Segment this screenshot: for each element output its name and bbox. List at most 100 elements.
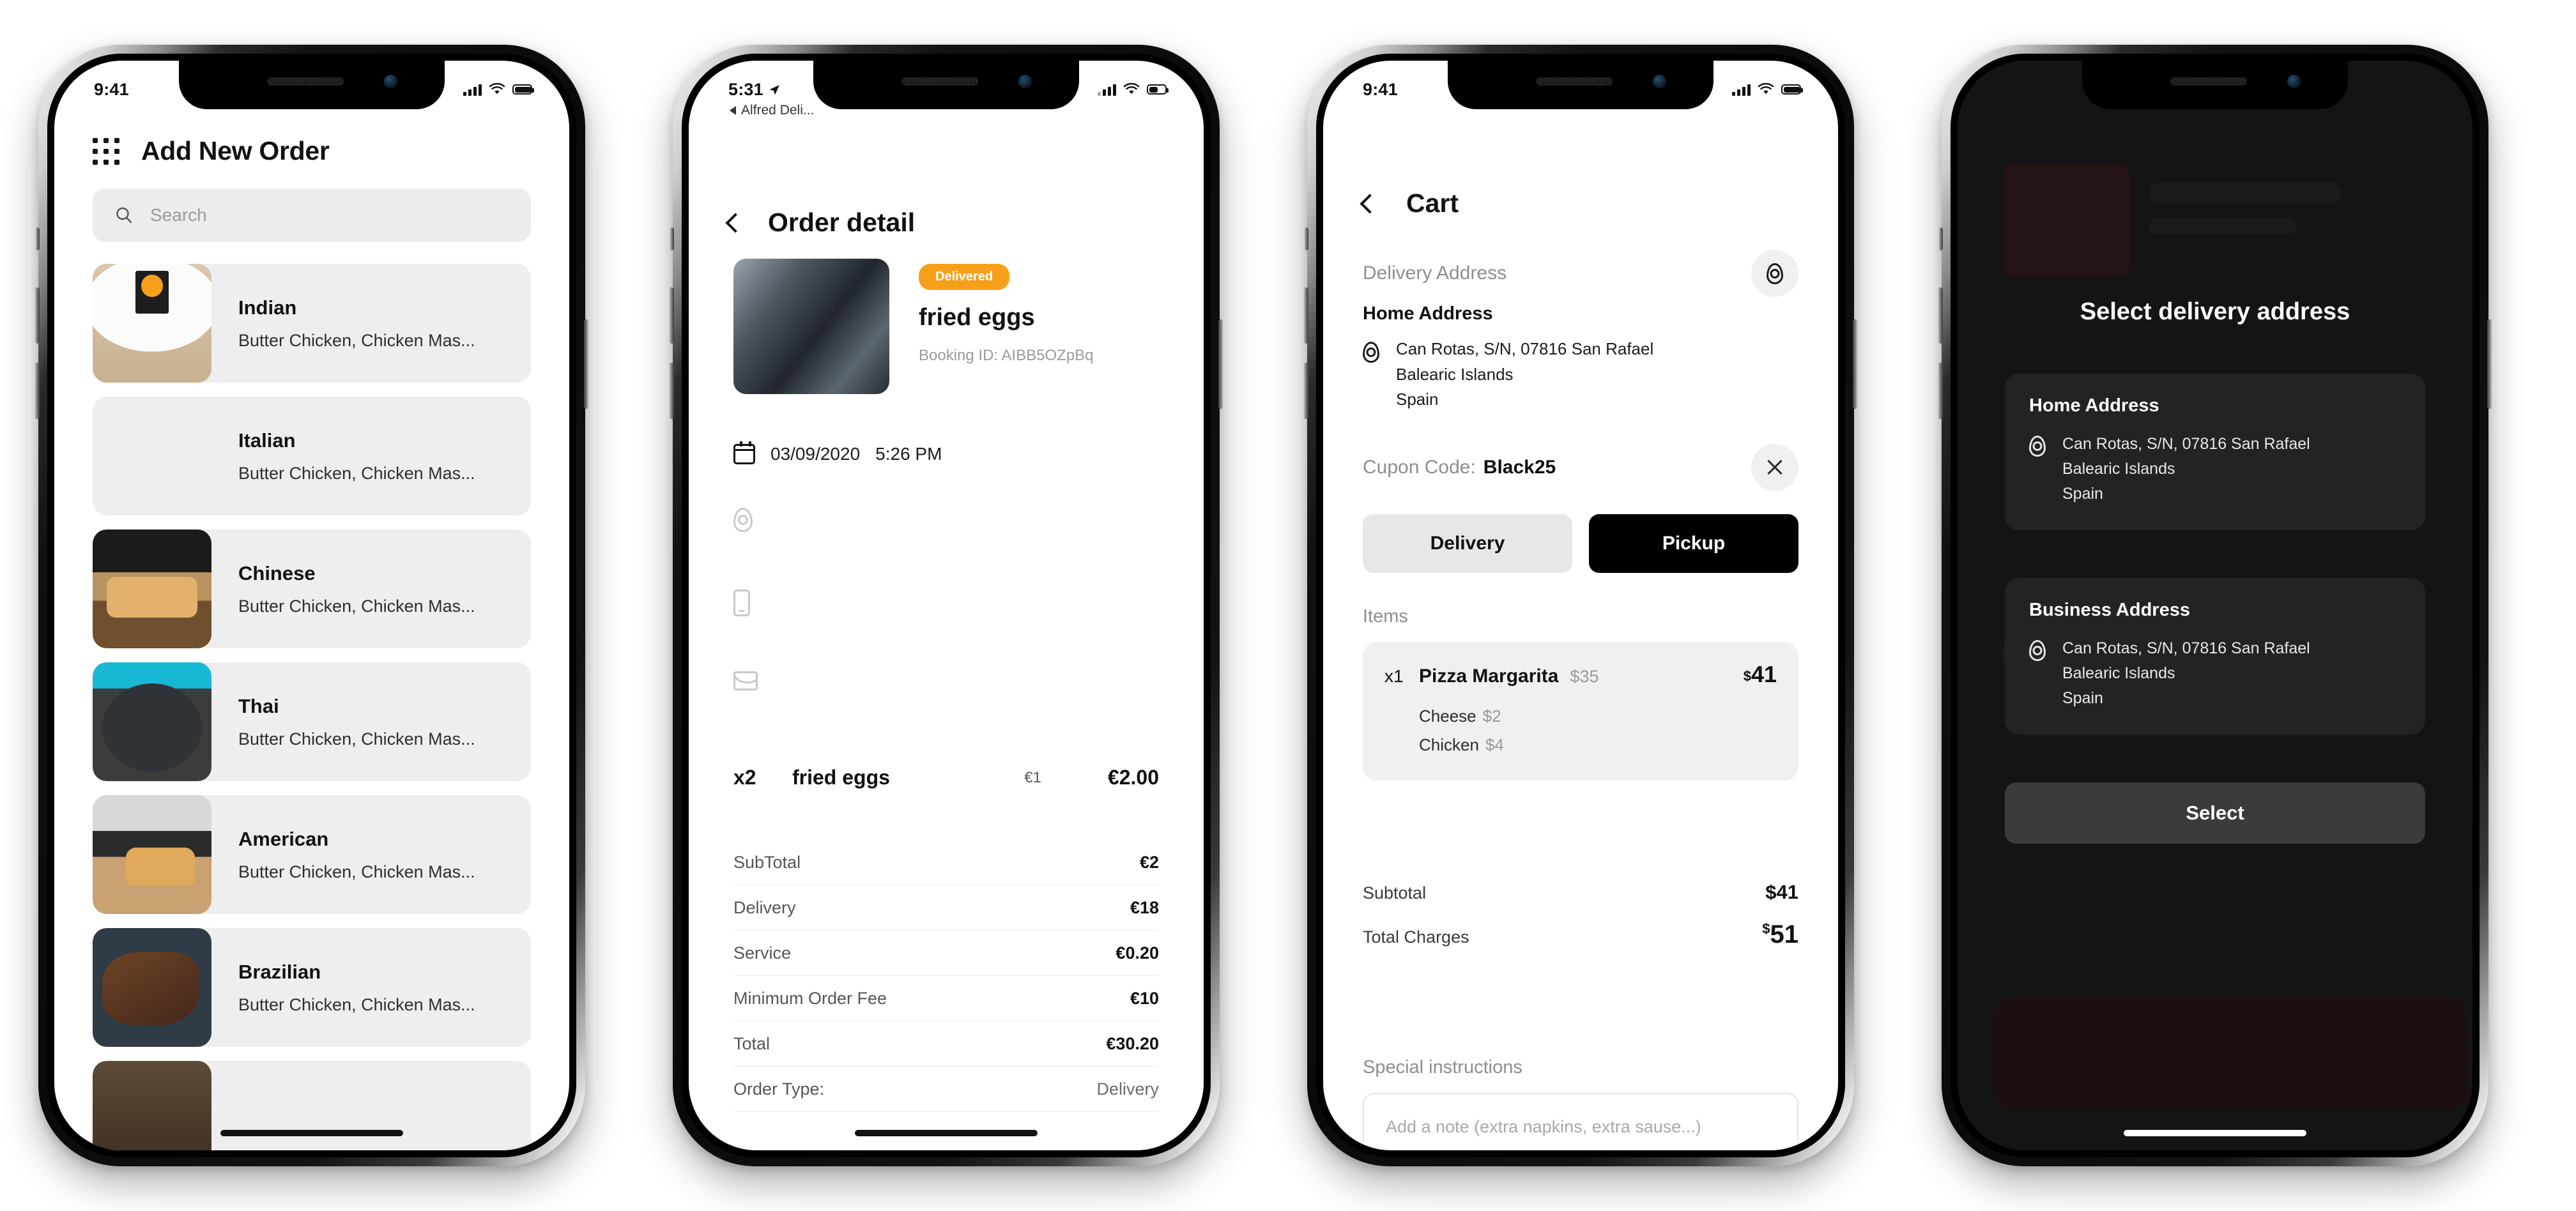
fee-value: €2 xyxy=(1139,853,1159,872)
phone-bezel: Select delivery address Home Address Can… xyxy=(1951,54,2480,1157)
cuisine-desc: Butter Chicken, Chicken Mas... xyxy=(238,729,475,749)
mute-switch[interactable] xyxy=(670,227,674,250)
home-indicator[interactable] xyxy=(2124,1130,2306,1136)
power-button[interactable] xyxy=(2487,319,2492,409)
cuisine-name: Thai xyxy=(238,694,279,717)
item-qty: x1 xyxy=(1384,666,1404,686)
notch xyxy=(2082,61,2348,109)
volume-up-button[interactable] xyxy=(1303,287,1308,344)
earpiece-speaker xyxy=(267,77,344,86)
fee-value: €10 xyxy=(1130,989,1159,1008)
volume-up-button[interactable] xyxy=(1938,287,1943,344)
fee-row: Total €30.20 xyxy=(733,1021,1159,1067)
earpiece-speaker xyxy=(1536,77,1613,86)
navigation-bar: Cart xyxy=(1323,188,1838,218)
address-card-body: Can Rotas, S/N, 07816 San Rafael Baleari… xyxy=(2029,432,2401,506)
remove-coupon-button[interactable] xyxy=(1751,444,1798,491)
fee-label: Delivery xyxy=(733,898,796,917)
page-title: Order detail xyxy=(768,208,916,237)
list-item-text: Chinese Butter Chicken, Chicken Mas... xyxy=(211,529,531,648)
address-row xyxy=(733,508,1164,590)
list-item-text xyxy=(211,1061,531,1150)
total-charges-row: Total Charges $51 xyxy=(1363,920,1798,949)
volume-up-button[interactable] xyxy=(34,287,40,344)
cuisine-thumbnail xyxy=(93,928,211,1047)
phone-mockup-order-detail: 5:31 Alfred Deli... Order detail Deliver… xyxy=(669,45,1223,1166)
home-indicator[interactable] xyxy=(220,1130,403,1136)
address-card-title: Business Address xyxy=(2029,600,2190,620)
search-input[interactable]: Search xyxy=(93,188,531,242)
envelope-icon xyxy=(733,671,758,690)
home-indicator[interactable] xyxy=(855,1130,1038,1136)
address-card-business[interactable]: Business Address Can Rotas, S/N, 07816 S… xyxy=(2005,578,2425,735)
cuisine-thumbnail xyxy=(93,397,211,515)
subtotal-label: Subtotal xyxy=(1363,883,1427,903)
list-item[interactable]: Thai Butter Chicken, Chicken Mas... xyxy=(93,662,531,781)
grid-menu-icon[interactable] xyxy=(93,137,119,165)
back-chevron-icon[interactable] xyxy=(1360,193,1380,214)
address-line-2: Balearic Islands xyxy=(1396,364,1514,384)
mute-switch[interactable] xyxy=(1938,227,1943,250)
mute-switch[interactable] xyxy=(1304,227,1308,250)
list-item[interactable]: Chinese Butter Chicken, Chicken Mas... xyxy=(93,529,531,648)
earpiece-speaker xyxy=(2170,77,2248,86)
special-instructions-input[interactable]: Add a note (extra napkins, extra sause..… xyxy=(1363,1093,1798,1150)
list-item[interactable]: American Butter Chicken, Chicken Mas... xyxy=(93,795,531,914)
volume-down-button[interactable] xyxy=(1938,363,1943,419)
items-label: Items xyxy=(1363,606,1408,627)
address-line-3: Spain xyxy=(2062,689,2103,707)
front-camera xyxy=(2287,75,2301,88)
fee-row: Service €0.20 xyxy=(733,931,1159,976)
cuisine-thumbnail xyxy=(93,529,211,648)
volume-down-button[interactable] xyxy=(669,363,674,419)
order-name: fried eggs xyxy=(919,304,1035,331)
phone-row xyxy=(733,590,1164,671)
contact-info-block xyxy=(733,508,1164,753)
item-option: Cheese $2 xyxy=(1419,706,1501,726)
search-icon xyxy=(116,207,132,224)
address-lines: Can Rotas, S/N, 07816 San Rafael Baleari… xyxy=(2062,636,2310,710)
address-card-home[interactable]: Home Address Can Rotas, S/N, 07816 San R… xyxy=(2005,374,2425,531)
coupon-label: Cupon Code: Black25 xyxy=(1363,457,1556,478)
list-item-partial[interactable] xyxy=(93,1061,531,1150)
pickup-option-button[interactable]: Pickup xyxy=(1589,514,1798,573)
volume-down-button[interactable] xyxy=(34,363,40,419)
list-item[interactable]: Brazilian Butter Chicken, Chicken Mas... xyxy=(93,928,531,1047)
wifi-icon xyxy=(1123,83,1140,95)
cuisine-thumbnail xyxy=(93,795,211,914)
sheet-title: Select delivery address xyxy=(2080,298,2350,325)
wifi-icon xyxy=(489,83,505,95)
power-button[interactable] xyxy=(1853,319,1858,409)
cuisine-name: Brazilian xyxy=(238,960,321,983)
home-address-label: Home Address xyxy=(1363,303,1493,324)
location-pin-icon xyxy=(1767,263,1783,284)
close-icon xyxy=(1765,458,1784,477)
volume-up-button[interactable] xyxy=(669,287,674,344)
delivery-option-button[interactable]: Delivery xyxy=(1363,514,1572,573)
address-card-body: Can Rotas, S/N, 07816 San Rafael Baleari… xyxy=(2029,636,2401,710)
special-instructions-label: Special instructions xyxy=(1363,1057,1522,1078)
power-button[interactable] xyxy=(584,319,589,409)
list-item[interactable]: Italian Butter Chicken, Chicken Mas... xyxy=(93,397,531,515)
home-address-block: Can Rotas, S/N, 07816 San Rafael Baleari… xyxy=(1363,337,1798,413)
list-item[interactable]: Indian Butter Chicken, Chicken Mas... xyxy=(93,264,531,383)
status-indicators xyxy=(463,80,534,96)
select-button[interactable]: Select xyxy=(2005,782,2425,844)
search-placeholder: Search xyxy=(150,205,207,225)
cuisine-list[interactable]: Indian Butter Chicken, Chicken Mas... It… xyxy=(93,264,531,1150)
address-line-2: Balearic Islands xyxy=(2062,664,2175,682)
change-address-button[interactable] xyxy=(1751,250,1798,297)
fee-value: €0.20 xyxy=(1116,943,1159,963)
address-line-3: Spain xyxy=(1396,390,1439,409)
cart-item-card[interactable]: x1 Pizza Margarita $35 $41 Cheese $2 Chic… xyxy=(1363,642,1798,781)
dimmed-content-line xyxy=(2149,182,2341,204)
item-option: Chicken $4 xyxy=(1419,735,1504,754)
special-instructions-placeholder: Add a note (extra napkins, extra sause..… xyxy=(1386,1117,1701,1136)
back-chevron-icon[interactable] xyxy=(725,212,746,233)
power-button[interactable] xyxy=(1218,319,1223,409)
volume-down-button[interactable] xyxy=(1303,363,1308,419)
mute-switch[interactable] xyxy=(35,227,40,250)
fee-label: Order Type: xyxy=(733,1079,825,1099)
list-item-text: American Butter Chicken, Chicken Mas... xyxy=(211,795,531,914)
location-pin-icon xyxy=(733,508,753,532)
